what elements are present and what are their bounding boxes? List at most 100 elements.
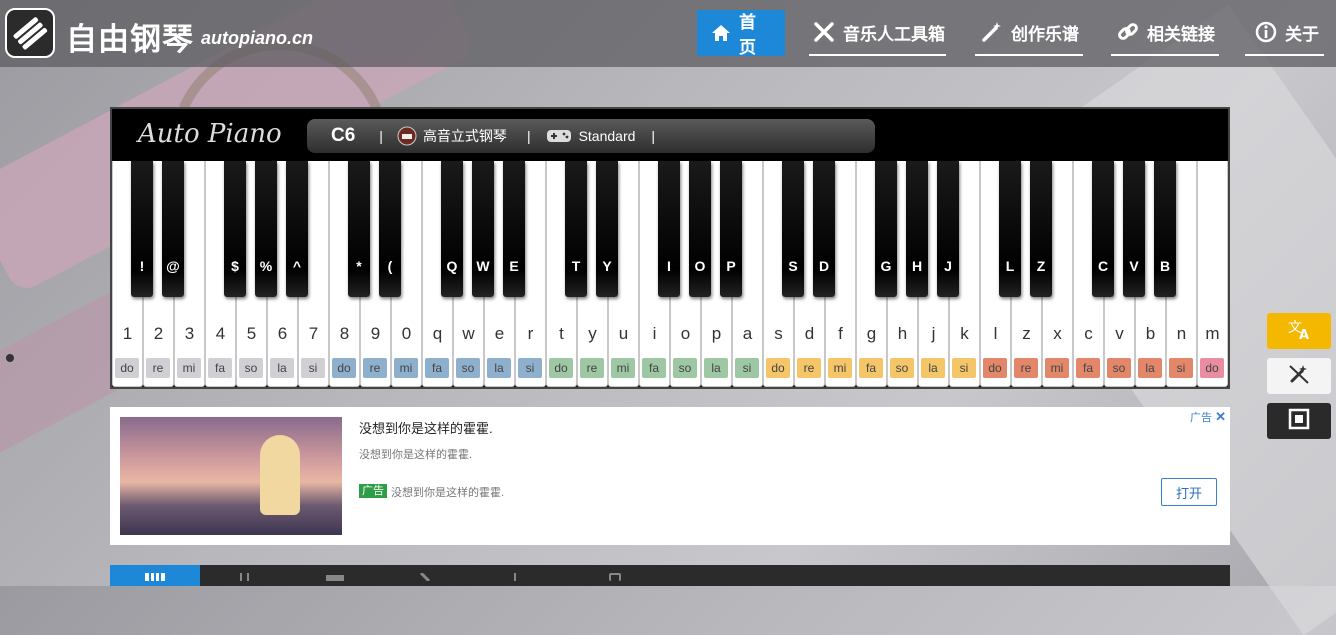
black-key-label: W: [476, 258, 490, 274]
solfege-label: la: [270, 358, 294, 378]
white-key-label: w: [462, 324, 475, 343]
black-key[interactable]: E: [503, 161, 525, 297]
black-key[interactable]: J: [937, 161, 959, 297]
solfege-label: si: [735, 358, 759, 378]
black-key[interactable]: *: [348, 161, 370, 297]
black-key-label: Z: [1036, 258, 1046, 274]
white-key-label: b: [1145, 324, 1156, 343]
ad-description: 没想到你是这样的霍霍.: [359, 449, 473, 461]
white-key[interactable]: m do: [1197, 161, 1228, 387]
nav-label: 音乐人工具箱: [843, 24, 945, 44]
nav-label: 关于: [1285, 24, 1319, 44]
black-key-label: ^: [292, 258, 302, 274]
black-key-label: V: [1129, 258, 1139, 274]
tab-mixer[interactable]: [200, 565, 290, 586]
ad-figure: [260, 435, 300, 515]
solfege-label: si: [518, 358, 542, 378]
black-key[interactable]: I: [658, 161, 680, 297]
black-key[interactable]: O: [689, 161, 711, 297]
solfege-label: fa: [859, 358, 883, 378]
black-key[interactable]: @: [162, 161, 184, 297]
white-key-label: s: [774, 324, 783, 343]
black-key[interactable]: G: [875, 161, 897, 297]
black-key[interactable]: T: [565, 161, 587, 297]
solfege-label: so: [890, 358, 914, 378]
white-key-label: e: [494, 324, 505, 343]
black-key-label: Q: [446, 258, 458, 274]
octave-label[interactable]: C6: [331, 125, 355, 147]
white-key-label: h: [897, 324, 908, 343]
black-key[interactable]: !: [131, 161, 153, 297]
black-key[interactable]: L: [999, 161, 1021, 297]
solfege-label: do: [766, 358, 790, 378]
mixer-icon: [237, 568, 253, 586]
white-key-label: 7: [308, 324, 319, 343]
ad-banner[interactable]: 没想到你是这样的霍霍. 没想到你是这样的霍霍. 广告 没想到你是这样的霍霍. 打…: [110, 407, 1230, 545]
ad-corner-label[interactable]: 广告 ✕: [1190, 409, 1226, 425]
black-key[interactable]: $: [224, 161, 246, 297]
white-key-label: 0: [401, 324, 412, 343]
black-key[interactable]: Q: [441, 161, 463, 297]
ad-image[interactable]: [120, 417, 342, 535]
white-key-label: r: [527, 324, 534, 343]
white-key-label: j: [931, 324, 936, 343]
ad-title[interactable]: 没想到你是这样的霍霍.: [359, 418, 493, 437]
toggle-effects-button[interactable]: [1267, 358, 1331, 394]
solfege-label: so: [1107, 358, 1131, 378]
tab-metronome[interactable]: [470, 565, 560, 586]
translate-button[interactable]: 文A: [1267, 313, 1331, 349]
black-key-label: C: [1097, 258, 1109, 274]
nav-home[interactable]: 首页: [697, 10, 785, 57]
black-key[interactable]: C: [1092, 161, 1114, 297]
white-key-label: l: [993, 324, 998, 343]
tab-tools[interactable]: [380, 565, 470, 586]
site-title[interactable]: 自由钢琴: [66, 14, 194, 59]
black-key[interactable]: H: [906, 161, 928, 297]
black-key[interactable]: ^: [286, 161, 308, 297]
black-key-label: (: [387, 258, 393, 274]
nav-related-links[interactable]: 相关链接: [1111, 10, 1219, 56]
close-icon[interactable]: ✕: [1215, 409, 1226, 424]
separator: |: [526, 128, 531, 144]
black-key[interactable]: V: [1123, 161, 1145, 297]
solfege-label: re: [146, 358, 170, 378]
info-icon: [1255, 21, 1277, 43]
black-key[interactable]: B: [1154, 161, 1176, 297]
nav-about[interactable]: 关于: [1245, 10, 1324, 56]
white-key-label: 5: [246, 324, 257, 343]
white-key-label: z: [1022, 324, 1031, 343]
black-key[interactable]: %: [255, 161, 277, 297]
tab-piano[interactable]: [110, 565, 200, 586]
black-key[interactable]: Z: [1030, 161, 1052, 297]
black-key-label: P: [726, 258, 736, 274]
nav-music-tools[interactable]: 音乐人工具箱: [809, 10, 946, 56]
solfege-label: si: [1169, 358, 1193, 378]
solfege-label: re: [580, 358, 604, 378]
ad-open-button[interactable]: 打开: [1161, 478, 1217, 506]
black-key[interactable]: S: [782, 161, 804, 297]
black-key-label: B: [1159, 258, 1171, 274]
solfege-label: fa: [1076, 358, 1100, 378]
site-logo-icon[interactable]: [5, 8, 55, 58]
ad-tag: 广告: [359, 484, 387, 498]
tab-device[interactable]: [570, 565, 660, 586]
black-key[interactable]: Y: [596, 161, 618, 297]
nav-compose-score[interactable]: 创作乐谱: [975, 10, 1083, 56]
wrench-icon: [419, 568, 431, 586]
black-key[interactable]: W: [472, 161, 494, 297]
black-key-label: !: [139, 258, 145, 274]
white-key-label: x: [1053, 324, 1062, 343]
instrument-select[interactable]: 高音立式钢琴: [423, 126, 507, 146]
solfege-label: la: [921, 358, 945, 378]
black-key[interactable]: P: [720, 161, 742, 297]
tab-score[interactable]: [290, 565, 380, 586]
white-key-label: 2: [153, 324, 164, 343]
keymap-mode[interactable]: Standard: [579, 128, 636, 144]
black-key[interactable]: (: [379, 161, 401, 297]
white-key-label: o: [680, 324, 691, 343]
black-key-label: Y: [602, 258, 612, 274]
solfege-label: mi: [611, 358, 635, 378]
fullscreen-button[interactable]: [1267, 403, 1331, 439]
solfege-label: do: [549, 358, 573, 378]
black-key[interactable]: D: [813, 161, 835, 297]
